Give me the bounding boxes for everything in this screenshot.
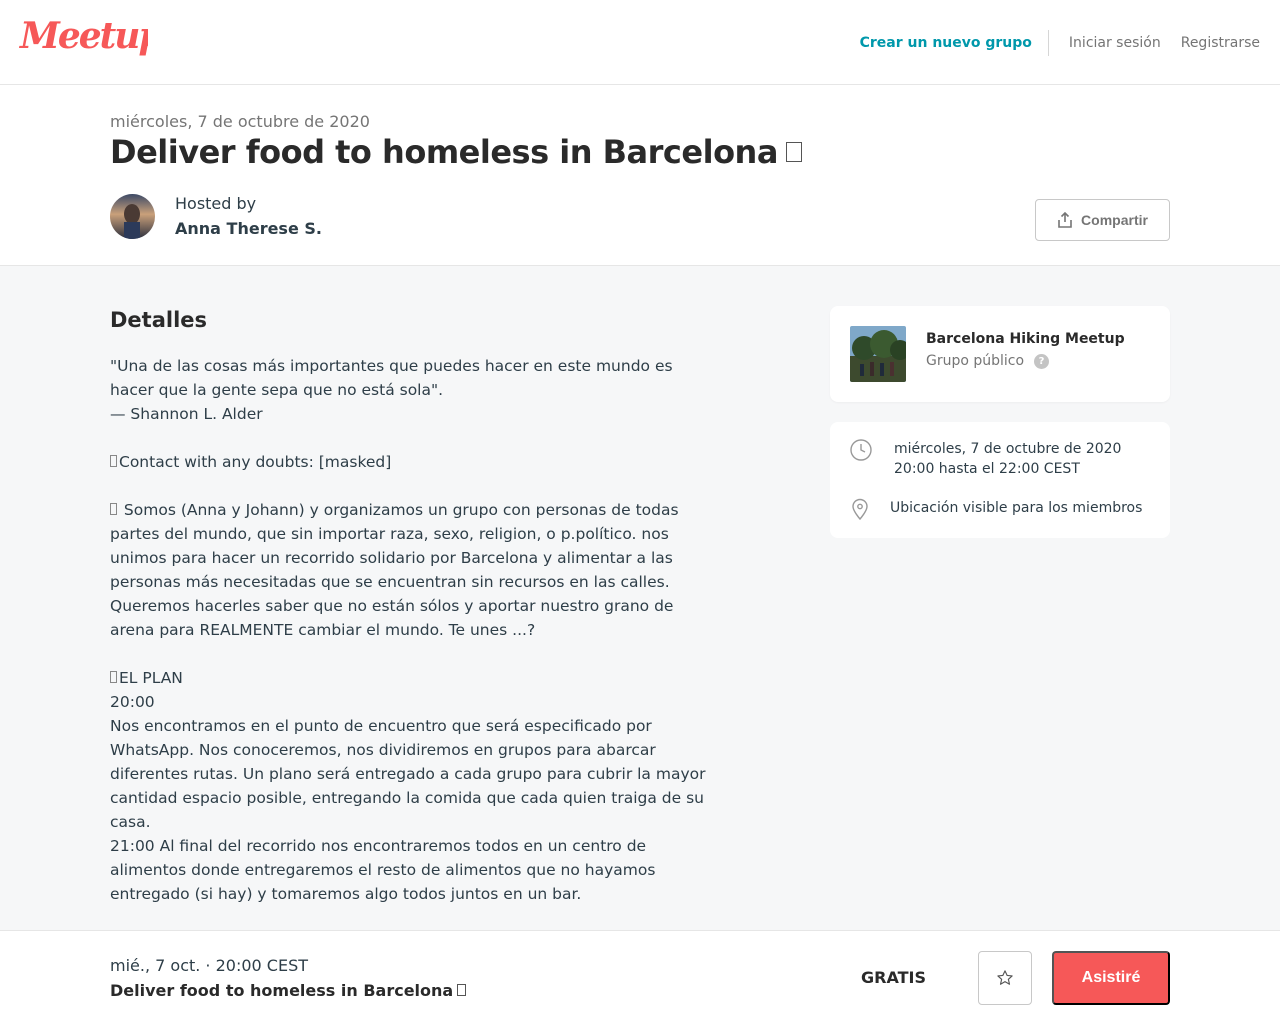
group-card[interactable]: Barcelona Hiking Meetup Grupo público ? [830, 306, 1170, 402]
help-icon[interactable]: ? [1034, 353, 1050, 369]
group-type-label: Grupo público [926, 353, 1025, 369]
description-contact-text: Contact with any doubts: [masked] [119, 453, 392, 471]
meetup-logo-icon: Meetup [18, 15, 165, 57]
description-plan-text: EL PLAN 20:00 Nos encontramos en el punt… [110, 669, 706, 903]
event-location: Ubicación visible para los miembros [890, 500, 1143, 516]
description-quote: "Una de las cosas más importantes que pu… [110, 357, 673, 423]
group-type: Grupo público ? [926, 353, 1050, 369]
event-title-text: Deliver food to homeless in Barcelona [110, 133, 778, 171]
event-title: Deliver food to homeless in Barcelona [110, 133, 802, 171]
hosted-by-label: Hosted by [175, 194, 257, 213]
location-pin-icon [852, 498, 868, 520]
event-date: miércoles, 7 de octubre de 2020 [110, 112, 370, 131]
event-price: GRATIS [861, 968, 926, 987]
host-name[interactable]: Anna Therese S. [175, 219, 322, 238]
meetup-logo[interactable]: Meetup [18, 14, 165, 66]
emoji-placeholder-icon [110, 502, 117, 515]
event-description: "Una de las cosas más importantes que pu… [110, 354, 720, 906]
emoji-placeholder-icon [110, 454, 117, 467]
group-name[interactable]: Barcelona Hiking Meetup [926, 331, 1125, 347]
save-event-button[interactable] [978, 951, 1032, 1005]
login-link[interactable]: Iniciar sesión [1069, 35, 1161, 51]
emoji-placeholder-icon [785, 142, 802, 162]
group-photo[interactable] [850, 326, 906, 382]
description-contact: Contact with any doubts: [masked] [110, 450, 720, 474]
emoji-placeholder-icon [457, 983, 467, 996]
event-datetime-date: miércoles, 7 de octubre de 2020 [894, 441, 1122, 457]
logo-text: Meetup [18, 15, 148, 57]
star-icon [997, 970, 1013, 985]
event-header: miércoles, 7 de octubre de 2020 Deliver … [0, 85, 1280, 266]
description-plan: EL PLAN 20:00 Nos encontramos en el punt… [110, 666, 720, 906]
share-label: Compartir [1081, 212, 1148, 228]
share-button[interactable]: Compartir [1035, 199, 1170, 241]
bottom-event-date: mié., 7 oct. · 20:00 CEST [110, 956, 309, 975]
attend-button[interactable]: Asistiré [1052, 951, 1170, 1005]
nav-links: Crear un nuevo grupo Iniciar sesión Regi… [860, 30, 1260, 56]
bottom-event-title: Deliver food to homeless in Barcelona [110, 981, 467, 1000]
avatar-image [110, 194, 155, 239]
group-photo-image [850, 326, 906, 382]
bottom-action-bar: mié., 7 oct. · 20:00 CEST Deliver food t… [0, 930, 1280, 1024]
create-group-link[interactable]: Crear un nuevo grupo [860, 30, 1049, 56]
top-nav: Meetup Crear un nuevo grupo Iniciar sesi… [0, 0, 1280, 85]
description-intro: Somos (Anna y Johann) y organizamos un g… [110, 498, 720, 642]
event-info-card: miércoles, 7 de octubre de 2020 20:00 ha… [830, 422, 1170, 538]
emoji-placeholder-icon [110, 670, 117, 683]
event-datetime-time: 20:00 hasta el 22:00 CEST [894, 461, 1080, 477]
clock-icon [850, 439, 872, 461]
event-datetime: miércoles, 7 de octubre de 2020 20:00 ha… [894, 439, 1121, 479]
description-intro-text: Somos (Anna y Johann) y organizamos un g… [110, 501, 684, 639]
share-icon [1058, 212, 1072, 228]
host-avatar[interactable] [110, 194, 155, 239]
register-link[interactable]: Registrarse [1181, 35, 1260, 51]
bottom-event-title-text: Deliver food to homeless in Barcelona [110, 981, 454, 1000]
details-heading: Detalles [110, 308, 208, 332]
